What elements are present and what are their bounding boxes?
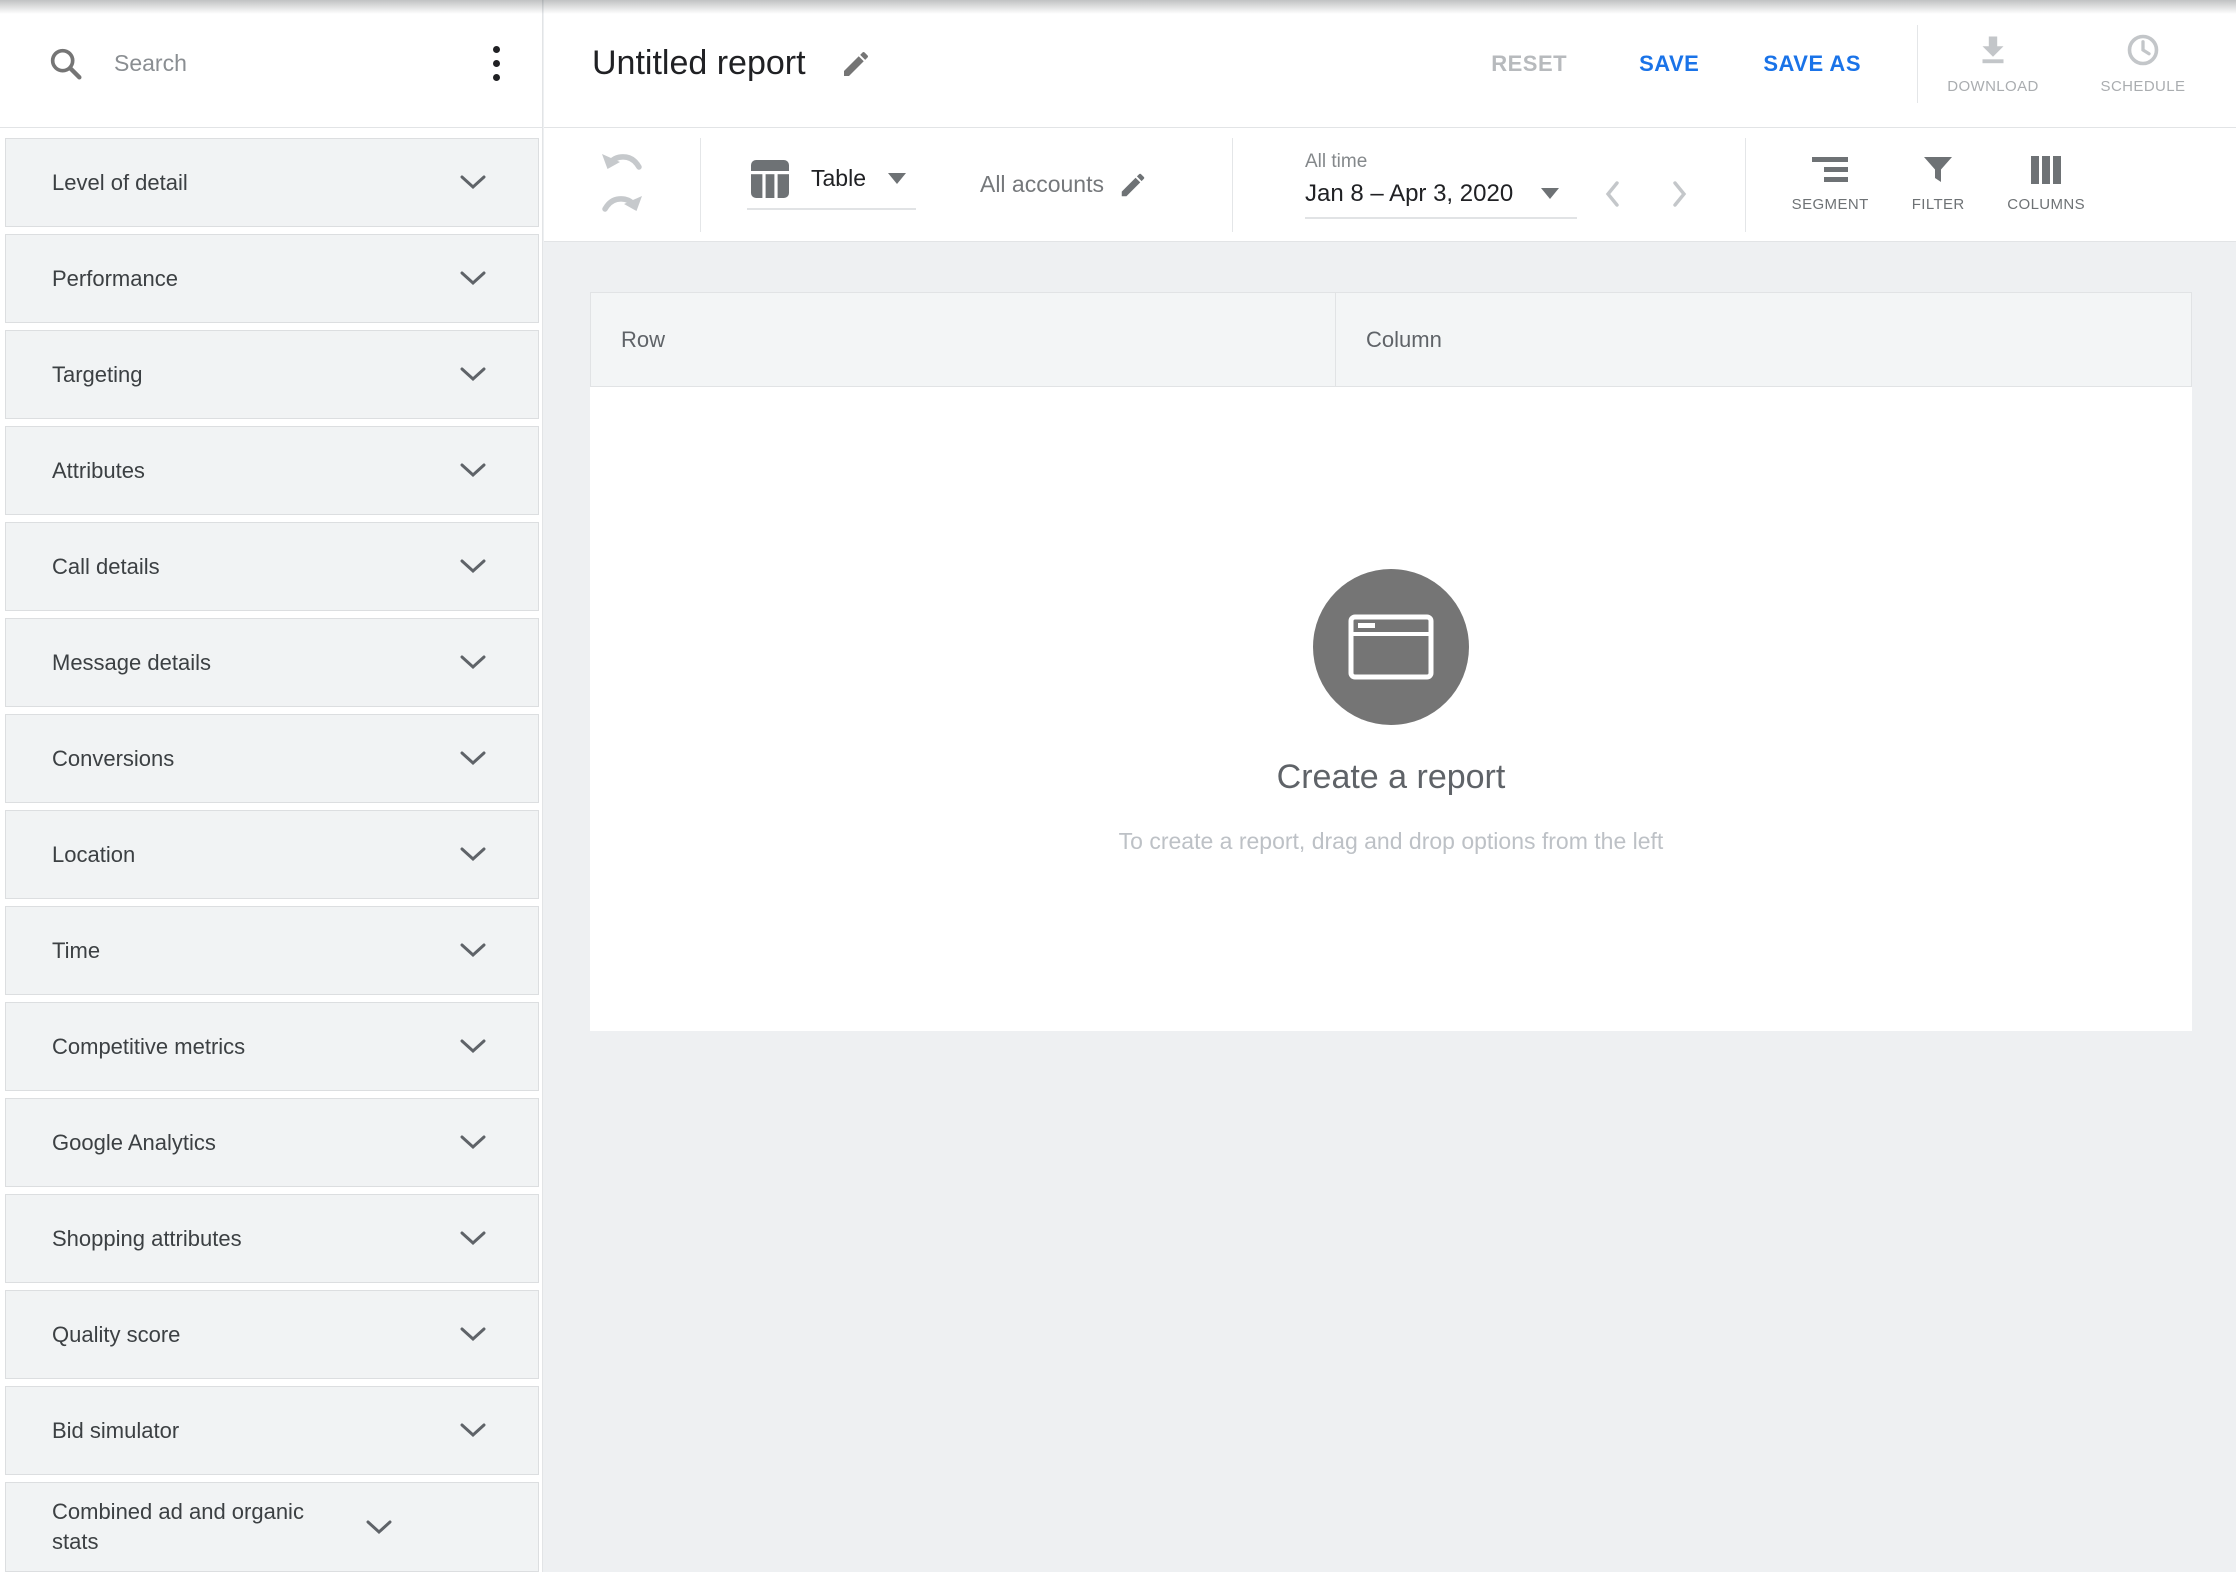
chevron-down-icon: [460, 463, 486, 478]
chart-type-label: Table: [811, 165, 866, 192]
report-options-sidebar: Level of detail Performance Targeting At…: [0, 0, 543, 1572]
date-nav: [1603, 179, 1689, 209]
save-button[interactable]: SAVE: [1639, 51, 1699, 77]
undo-icon[interactable]: [599, 150, 645, 178]
sidebar-item-attributes[interactable]: Attributes: [5, 426, 539, 515]
row-drop-zone[interactable]: Row: [590, 292, 1336, 387]
chevron-down-icon: [460, 943, 486, 958]
sidebar-item-shopping-attributes[interactable]: Shopping attributes: [5, 1194, 539, 1283]
sidebar-item-level-of-detail[interactable]: Level of detail: [5, 138, 539, 227]
sidebar-item-targeting[interactable]: Targeting: [5, 330, 539, 419]
date-preset-label: All time: [1305, 151, 1577, 173]
toolbar-divider: [1232, 138, 1233, 232]
chevron-down-icon: [460, 751, 486, 766]
empty-state-subtitle: To create a report, drag and drop option…: [1119, 827, 1664, 855]
sidebar-item-conversions[interactable]: Conversions: [5, 714, 539, 803]
table-icon: [751, 160, 789, 198]
chevron-down-icon: [460, 655, 486, 670]
segment-button[interactable]: SEGMENT: [1776, 156, 1884, 213]
header-actions: RESET SAVE SAVE AS DOWNLOAD: [1491, 25, 2236, 103]
accounts-label: All accounts: [980, 171, 1104, 198]
report-canvas: Row Column Create a report To create a r…: [544, 242, 2236, 1570]
sidebar-item-competitive-metrics[interactable]: Competitive metrics: [5, 1002, 539, 1091]
accounts-selector[interactable]: All accounts: [980, 170, 1148, 200]
save-as-button[interactable]: SAVE AS: [1763, 51, 1861, 77]
table-header-row: Row Column: [590, 292, 2192, 387]
sidebar-item-bid-simulator[interactable]: Bid simulator: [5, 1386, 539, 1475]
edit-title-pencil-icon[interactable]: [840, 48, 872, 80]
schedule-button[interactable]: SCHEDULE: [2068, 32, 2218, 95]
chevron-down-icon: [460, 1423, 486, 1438]
chevron-right-icon[interactable]: [1669, 179, 1689, 209]
chevron-down-icon: [460, 1231, 486, 1246]
caret-down-icon: [888, 173, 906, 184]
chevron-down-icon: [460, 175, 486, 190]
chevron-down-icon: [460, 1327, 486, 1342]
column-drop-zone[interactable]: Column: [1336, 292, 2192, 387]
chevron-down-icon: [460, 1039, 486, 1054]
report-header: Untitled report RESET SAVE SAVE AS DOWNL…: [544, 0, 2236, 128]
report-title: Untitled report: [592, 44, 806, 83]
sidebar-item-message-details[interactable]: Message details: [5, 618, 539, 707]
download-icon: [1975, 32, 2011, 68]
date-range-picker[interactable]: All time Jan 8 – Apr 3, 2020: [1305, 151, 1577, 219]
create-report-icon: [1313, 569, 1469, 725]
date-range-label: Jan 8 – Apr 3, 2020: [1305, 180, 1513, 208]
sidebar-item-google-analytics[interactable]: Google Analytics: [5, 1098, 539, 1187]
chevron-left-icon[interactable]: [1603, 179, 1623, 209]
chevron-down-icon: [460, 1135, 486, 1150]
chevron-down-icon: [460, 271, 486, 286]
sidebar-item-time[interactable]: Time: [5, 906, 539, 995]
filter-button[interactable]: FILTER: [1884, 156, 1992, 213]
chevron-down-icon: [460, 367, 486, 382]
caret-down-icon: [1541, 188, 1559, 199]
sidebar-item-performance[interactable]: Performance: [5, 234, 539, 323]
segment-icon: [1810, 156, 1850, 184]
redo-icon[interactable]: [599, 192, 645, 220]
search-icon: [46, 44, 86, 84]
columns-icon: [2030, 156, 2062, 184]
sidebar-item-call-details[interactable]: Call details: [5, 522, 539, 611]
toolbar-divider: [1745, 138, 1746, 232]
kebab-menu-icon[interactable]: [485, 40, 508, 87]
report-toolbar: Table All accounts All time Jan 8 – Apr …: [544, 128, 2236, 242]
toolbar-divider: [700, 138, 701, 232]
main-panel: Untitled report RESET SAVE SAVE AS DOWNL…: [544, 0, 2236, 1572]
columns-button[interactable]: COLUMNS: [1992, 156, 2100, 213]
sidebar-item-quality-score[interactable]: Quality score: [5, 1290, 539, 1379]
sidebar-item-location[interactable]: Location: [5, 810, 539, 899]
download-button[interactable]: DOWNLOAD: [1918, 32, 2068, 95]
search-input[interactable]: [114, 50, 485, 77]
undo-redo-group: [544, 128, 700, 241]
reset-button[interactable]: RESET: [1491, 51, 1567, 77]
category-list: Level of detail Performance Targeting At…: [0, 128, 542, 1572]
schedule-clock-icon: [2125, 32, 2161, 68]
chevron-down-icon: [460, 847, 486, 862]
sidebar-search-bar: [0, 0, 542, 128]
chevron-down-icon: [460, 559, 486, 574]
chevron-down-icon: [366, 1520, 392, 1535]
sidebar-item-combined-ad-organic[interactable]: Combined ad and organic stats: [5, 1482, 539, 1572]
report-table: Row Column Create a report To create a r…: [590, 292, 2192, 1031]
empty-state-title: Create a report: [1277, 757, 1506, 797]
chart-type-dropdown[interactable]: Table: [747, 160, 916, 210]
edit-accounts-pencil-icon: [1118, 170, 1148, 200]
table-body: Create a report To create a report, drag…: [590, 387, 2192, 1031]
filter-funnel-icon: [1923, 156, 1953, 184]
